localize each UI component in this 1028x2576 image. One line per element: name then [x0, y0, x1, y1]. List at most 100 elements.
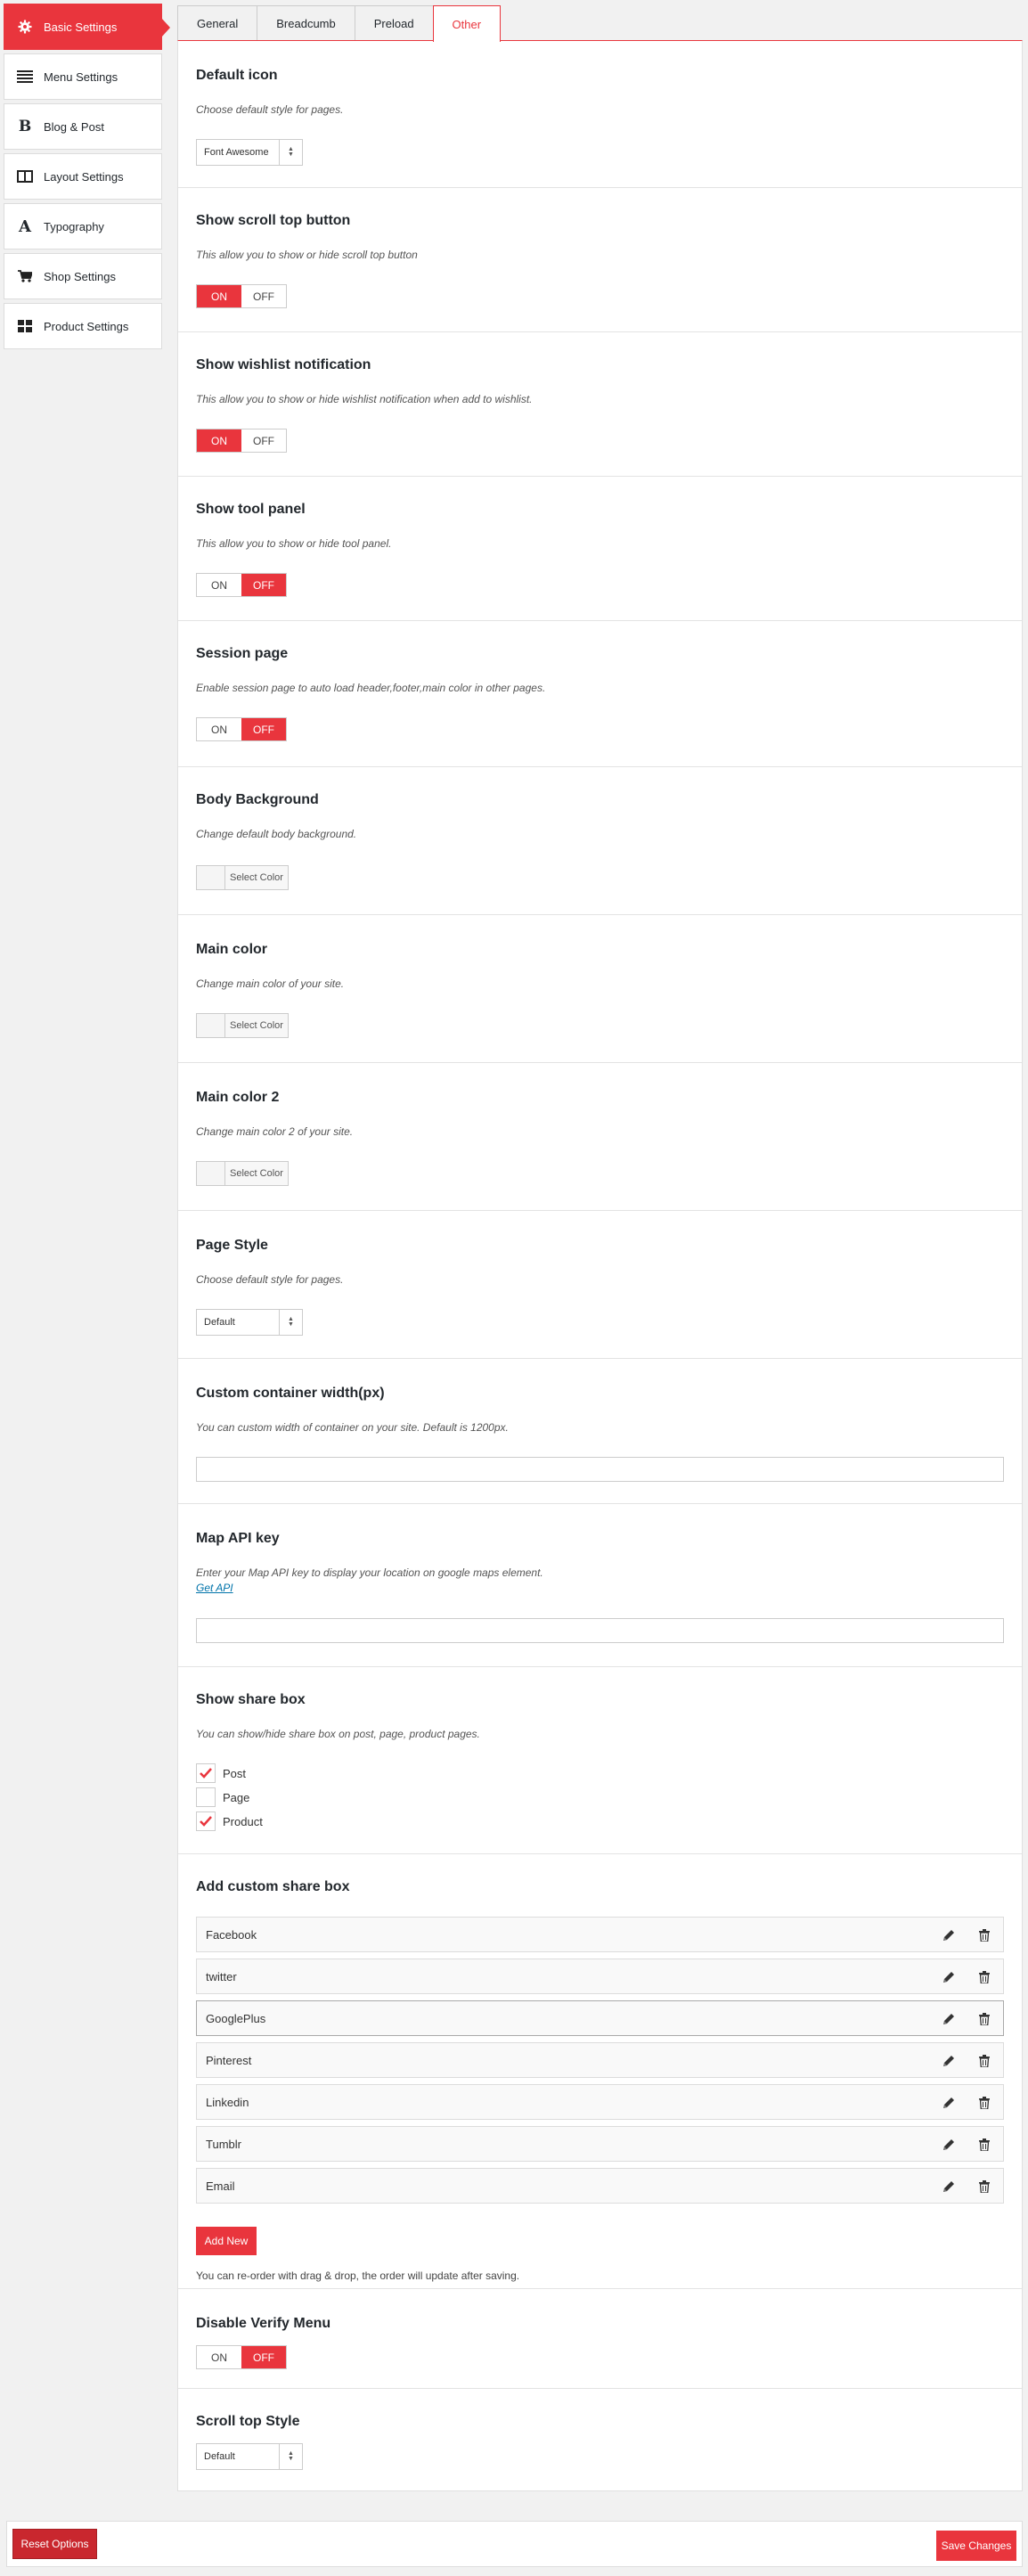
checkbox-label: Post [223, 1766, 247, 1780]
sidebar-item-blog-post[interactable]: B Blog & Post [4, 103, 162, 150]
share-item-label: Pinterest [206, 2053, 252, 2067]
toggle-off[interactable]: OFF [241, 2346, 286, 2368]
tab-general[interactable]: General [177, 5, 258, 41]
trash-icon[interactable] [976, 2137, 992, 2153]
pencil-icon[interactable] [941, 2137, 957, 2153]
toggle-on[interactable]: ON [197, 429, 241, 452]
trash-icon[interactable] [976, 2011, 992, 2027]
default-icon-select[interactable]: Font Awesome ▲ ▼ [196, 139, 303, 166]
pencil-icon[interactable] [941, 1969, 957, 1985]
pencil-icon[interactable] [941, 2011, 957, 2027]
section-description: This allow you to show or hide wishlist … [196, 393, 533, 405]
section-description: Change main color 2 of your site. [196, 1125, 354, 1138]
container-width-input[interactable] [196, 1457, 1004, 1482]
trash-icon[interactable] [976, 2179, 992, 2195]
pencil-icon[interactable] [941, 2053, 957, 2069]
pencil-icon[interactable] [941, 1927, 957, 1943]
section-title: Show scroll top button [196, 213, 351, 228]
toggle-on[interactable]: ON [197, 2346, 241, 2368]
section-title: Main color [196, 942, 268, 957]
select-arrows-icon: ▲ ▼ [279, 1310, 302, 1335]
main-color-picker[interactable]: Select Color [196, 1013, 289, 1038]
share-option-post: Post [196, 1763, 246, 1783]
trash-icon[interactable] [976, 2053, 992, 2069]
toggle-on[interactable]: ON [197, 285, 241, 307]
checkmark-icon [200, 1768, 212, 1779]
section-main-color: Main color Change main color of your sit… [178, 915, 1022, 1063]
select-value: Default [204, 2451, 235, 2462]
scroll-style-select[interactable]: Default ▲ ▼ [196, 2443, 303, 2470]
toggle-off[interactable]: OFF [241, 574, 286, 596]
reset-options-button[interactable]: Reset Options [12, 2529, 97, 2559]
share-item-row[interactable]: Linkedin [196, 2084, 1004, 2120]
reorder-note: You can re-order with drag & drop, the o… [196, 2269, 520, 2282]
tab-preload[interactable]: Preload [354, 5, 434, 41]
section-description: Choose default style for pages. [196, 1273, 344, 1286]
toggle-off[interactable]: OFF [241, 285, 286, 307]
trash-icon[interactable] [976, 2095, 992, 2111]
share-item-actions [941, 2053, 992, 2069]
select-value: Default [204, 1317, 235, 1328]
share-item-row[interactable]: Pinterest [196, 2042, 1004, 2078]
scroll-top-toggle[interactable]: ON OFF [196, 284, 287, 308]
sidebar-item-typography[interactable]: A Typography [4, 203, 162, 249]
section-title: Default icon [196, 68, 278, 83]
session-page-toggle[interactable]: ON OFF [196, 717, 287, 741]
sidebar-item-basic-settings[interactable]: Basic Settings [4, 4, 170, 50]
tool-panel-toggle[interactable]: ON OFF [196, 573, 287, 597]
section-scroll-style: Scroll top Style Default ▲ ▼ [178, 2389, 1022, 2490]
pencil-icon[interactable] [941, 2179, 957, 2195]
share-item-label: Linkedin [206, 2095, 249, 2109]
tab-other[interactable]: Other [432, 5, 502, 42]
sidebar-item-label: Shop Settings [44, 269, 116, 283]
pencil-icon[interactable] [941, 2095, 957, 2111]
section-verify-menu: Disable Verify Menu ON OFF [178, 2289, 1022, 2389]
share-item-row[interactable]: twitter [196, 1959, 1004, 1994]
sidebar-item-label: Blog & Post [44, 119, 104, 134]
grid-icon [15, 318, 35, 334]
settings-panel: Default icon Choose default style for pa… [177, 40, 1023, 2491]
body-background-color-picker[interactable]: Select Color [196, 865, 289, 890]
save-changes-button[interactable]: Save Changes [936, 2531, 1016, 2561]
share-item-label: GooglePlus [206, 2011, 266, 2025]
color-swatch [197, 1162, 225, 1185]
toggle-off[interactable]: OFF [241, 718, 286, 740]
toggle-on[interactable]: ON [197, 574, 241, 596]
main-color-2-picker[interactable]: Select Color [196, 1161, 289, 1186]
share-item-row[interactable]: Email [196, 2168, 1004, 2204]
wishlist-toggle[interactable]: ON OFF [196, 429, 287, 453]
sidebar-item-product-settings[interactable]: Product Settings [4, 303, 162, 349]
sidebar-item-layout-settings[interactable]: Layout Settings [4, 153, 162, 200]
share-item-row[interactable]: Facebook [196, 1917, 1004, 1952]
trash-icon[interactable] [976, 1969, 992, 1985]
share-item-row[interactable]: GooglePlus [196, 2000, 1004, 2036]
section-description: Choose default style for pages. [196, 103, 344, 116]
verify-menu-toggle[interactable]: ON OFF [196, 2345, 287, 2369]
menu-lines-icon [15, 69, 35, 85]
sidebar-item-label: Basic Settings [44, 20, 118, 34]
toggle-off[interactable]: OFF [241, 429, 286, 452]
section-session-page: Session page Enable session page to auto… [178, 621, 1022, 767]
share-item-actions [941, 1969, 992, 1985]
section-description: Change default body background. [196, 828, 357, 840]
gear-icon [15, 19, 35, 35]
sidebar-item-shop-settings[interactable]: Shop Settings [4, 253, 162, 299]
toggle-on[interactable]: ON [197, 718, 241, 740]
trash-icon[interactable] [976, 1927, 992, 1943]
tab-breadcumb[interactable]: Breadcumb [257, 5, 355, 41]
add-new-button[interactable]: Add New [196, 2227, 257, 2255]
share-item-row[interactable]: Tumblr [196, 2126, 1004, 2162]
select-arrows-icon: ▲ ▼ [279, 2444, 302, 2469]
sidebar-item-label: Product Settings [44, 319, 129, 333]
checkmark-icon [200, 1816, 212, 1827]
page-checkbox[interactable] [196, 1787, 216, 1807]
section-tool-panel: Show tool panel This allow you to show o… [178, 477, 1022, 621]
post-checkbox[interactable] [196, 1763, 216, 1783]
select-arrows-icon: ▲ ▼ [279, 140, 302, 165]
section-description: Change main color of your site. [196, 977, 345, 990]
get-api-link[interactable]: Get API [196, 1582, 233, 1594]
page-style-select[interactable]: Default ▲ ▼ [196, 1309, 303, 1336]
sidebar-item-menu-settings[interactable]: Menu Settings [4, 53, 162, 100]
map-api-key-input[interactable] [196, 1618, 1004, 1643]
product-checkbox[interactable] [196, 1811, 216, 1831]
